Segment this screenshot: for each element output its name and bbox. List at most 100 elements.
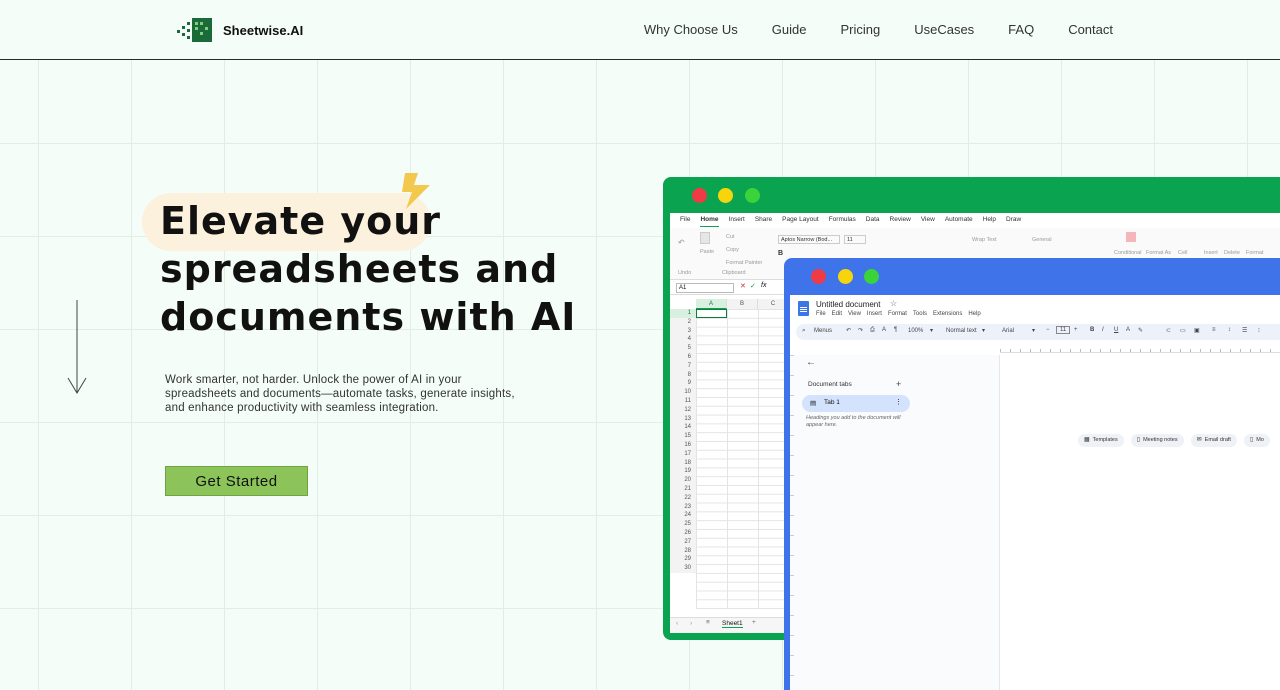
- undo-icon[interactable]: ↶: [846, 327, 851, 334]
- cancel-formula-icon[interactable]: ✕: [740, 282, 746, 290]
- number-format-select[interactable]: General: [1032, 237, 1052, 243]
- ribbon-wrap-text[interactable]: Wrap Text: [972, 237, 997, 243]
- brand-logo[interactable]: Sheetwise.AI: [176, 17, 303, 43]
- row-header[interactable]: 6: [670, 353, 696, 362]
- style-chevron-icon[interactable]: ▾: [982, 327, 985, 334]
- docs-menu-view[interactable]: View: [848, 311, 861, 317]
- row-header[interactable]: 9: [670, 379, 696, 388]
- decrease-font-icon[interactable]: −: [1046, 327, 1050, 333]
- row-header[interactable]: 22: [670, 494, 696, 503]
- row-header[interactable]: 16: [670, 441, 696, 450]
- row-header[interactable]: 5: [670, 344, 696, 353]
- image-icon[interactable]: ▣: [1194, 327, 1200, 334]
- excel-menu-page-layout[interactable]: Page Layout: [782, 213, 819, 227]
- row-header[interactable]: 1: [670, 309, 696, 318]
- font-chevron-icon[interactable]: ▾: [1032, 327, 1035, 334]
- ribbon-cut[interactable]: Cut: [726, 234, 735, 240]
- ribbon-copy[interactable]: Copy: [726, 247, 739, 253]
- docs-menu-edit[interactable]: Edit: [832, 311, 842, 317]
- conditional-format-icon[interactable]: [1126, 232, 1136, 242]
- bold-icon[interactable]: B: [778, 250, 783, 257]
- row-header[interactable]: 28: [670, 547, 696, 556]
- row-header[interactable]: 25: [670, 520, 696, 529]
- row-header[interactable]: 18: [670, 459, 696, 468]
- excel-menu-data[interactable]: Data: [866, 213, 880, 227]
- font-size-select[interactable]: 11: [844, 235, 866, 244]
- ribbon-format[interactable]: Format: [1246, 250, 1263, 256]
- column-header-a[interactable]: A: [696, 299, 727, 309]
- row-header[interactable]: 7: [670, 362, 696, 371]
- docs-menu-insert[interactable]: Insert: [867, 311, 882, 317]
- bold-icon[interactable]: B: [1090, 327, 1094, 333]
- link-icon[interactable]: ⊂: [1166, 327, 1171, 334]
- row-header[interactable]: 2: [670, 318, 696, 327]
- function-icon[interactable]: fx: [761, 282, 766, 289]
- chip-meeting-notes[interactable]: ▯ Meeting notes: [1130, 434, 1184, 447]
- column-header-b[interactable]: B: [727, 299, 758, 309]
- excel-menu-review[interactable]: Review: [890, 213, 911, 227]
- document-tab-1[interactable]: ▤ Tab 1 ⋮: [802, 395, 910, 412]
- confirm-formula-icon[interactable]: ✓: [750, 282, 756, 290]
- excel-menu-share[interactable]: Share: [755, 213, 772, 227]
- docs-menu-help[interactable]: Help: [968, 311, 980, 317]
- docs-maximize-dot[interactable]: [864, 269, 879, 284]
- excel-menu-home[interactable]: Home: [700, 213, 719, 227]
- row-header[interactable]: 10: [670, 388, 696, 397]
- excel-menu-automate[interactable]: Automate: [945, 213, 973, 227]
- row-header[interactable]: 13: [670, 415, 696, 424]
- row-header[interactable]: 27: [670, 538, 696, 547]
- spellcheck-icon[interactable]: A: [882, 327, 886, 333]
- name-box[interactable]: A1: [676, 283, 734, 293]
- prev-sheet-icon[interactable]: ‹: [676, 620, 678, 627]
- window-close-dot[interactable]: [692, 188, 707, 203]
- row-header[interactable]: 26: [670, 529, 696, 538]
- row-header[interactable]: 24: [670, 511, 696, 520]
- get-started-button[interactable]: Get Started: [165, 466, 308, 496]
- nav-contact[interactable]: Contact: [1068, 22, 1113, 37]
- excel-menu-formulas[interactable]: Formulas: [829, 213, 856, 227]
- text-color-icon[interactable]: A: [1126, 327, 1130, 333]
- undo-icon[interactable]: ↶: [678, 238, 685, 247]
- ribbon-delete[interactable]: Delete: [1224, 250, 1240, 256]
- search-menus-icon[interactable]: ⌕: [802, 327, 806, 335]
- zoom-chevron-icon[interactable]: ▾: [930, 327, 933, 334]
- row-header[interactable]: 17: [670, 450, 696, 459]
- docs-menu-format[interactable]: Format: [888, 311, 907, 317]
- row-header[interactable]: 14: [670, 423, 696, 432]
- ribbon-conditional[interactable]: Conditional: [1114, 250, 1142, 256]
- redo-icon[interactable]: ↷: [858, 327, 863, 334]
- row-header[interactable]: 21: [670, 485, 696, 494]
- nav-why-choose-us[interactable]: Why Choose Us: [644, 22, 738, 37]
- style-select[interactable]: Normal text: [946, 328, 977, 334]
- window-maximize-dot[interactable]: [745, 188, 760, 203]
- increase-font-icon[interactable]: +: [1074, 327, 1078, 333]
- chip-email-draft[interactable]: ✉ Email draft: [1190, 434, 1237, 447]
- add-sheet-icon[interactable]: +: [752, 619, 756, 626]
- add-tab-icon[interactable]: +: [896, 379, 901, 389]
- row-header[interactable]: 11: [670, 397, 696, 406]
- paste-icon[interactable]: [700, 232, 710, 244]
- more-options-icon[interactable]: ⋮: [895, 398, 902, 406]
- row-header[interactable]: 8: [670, 371, 696, 380]
- highlight-icon[interactable]: ✎: [1138, 327, 1143, 334]
- row-header[interactable]: 15: [670, 432, 696, 441]
- excel-menu-insert[interactable]: Insert: [729, 213, 745, 227]
- font-size-input[interactable]: 11: [1056, 326, 1071, 334]
- underline-icon[interactable]: U: [1114, 327, 1118, 333]
- ribbon-cell[interactable]: Cell: [1178, 250, 1187, 256]
- paint-format-icon[interactable]: ¶: [894, 327, 897, 333]
- chip-templates[interactable]: ▦ Templates: [1078, 434, 1124, 447]
- row-header[interactable]: 20: [670, 476, 696, 485]
- nav-usecases[interactable]: UseCases: [914, 22, 974, 37]
- checklist-icon[interactable]: ☰: [1242, 327, 1247, 334]
- row-header[interactable]: 29: [670, 555, 696, 564]
- font-name-select[interactable]: Aptos Narrow (Bod...: [778, 235, 840, 244]
- row-header[interactable]: 30: [670, 564, 696, 573]
- window-minimize-dot[interactable]: [718, 188, 733, 203]
- docs-menu-file[interactable]: File: [816, 311, 826, 317]
- row-header[interactable]: 19: [670, 467, 696, 476]
- sheet-list-icon[interactable]: ≡: [706, 619, 710, 626]
- ribbon-format-painter[interactable]: Format Painter: [726, 260, 762, 266]
- row-header[interactable]: 4: [670, 335, 696, 344]
- font-select[interactable]: Arial: [1002, 328, 1014, 334]
